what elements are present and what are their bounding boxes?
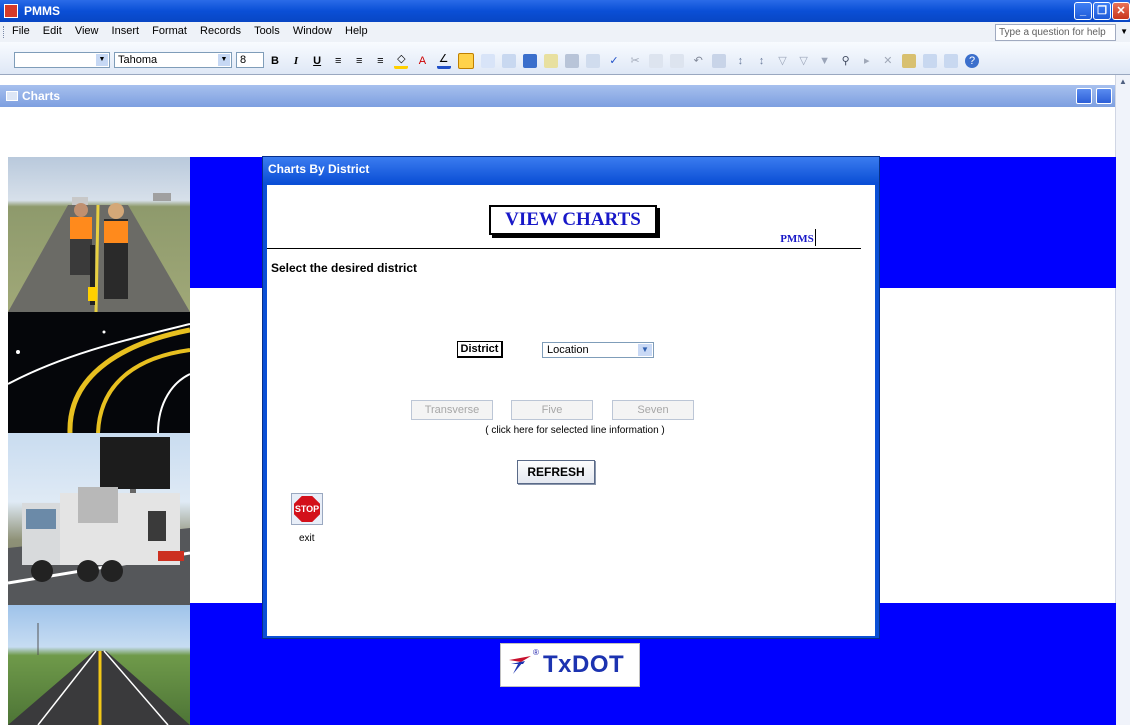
font-name-select[interactable]: Tahoma ▼ (114, 52, 232, 68)
chevron-down-icon: ▼ (218, 54, 230, 66)
object-select[interactable]: ▼ (14, 52, 110, 68)
striping-truck-photo (8, 433, 190, 605)
registered-mark: ® (533, 648, 539, 657)
align-center-icon[interactable]: ≡ (352, 54, 366, 68)
fill-color-icon[interactable]: ◇ (394, 52, 409, 69)
vertical-scrollbar[interactable]: ▲ (1115, 75, 1130, 725)
save-icon[interactable] (522, 53, 537, 68)
chevron-down-icon[interactable]: ▼ (638, 344, 652, 356)
find-icon[interactable]: ⚲ (839, 54, 853, 68)
menu-help[interactable]: Help (345, 25, 368, 37)
txdot-logo: ® TxDOT (500, 643, 640, 687)
child-minimize-button[interactable] (1076, 88, 1092, 104)
restore-button[interactable]: ❐ (1093, 2, 1111, 20)
seven-button[interactable]: Seven (612, 400, 694, 420)
line-color-icon[interactable]: ∠ (436, 52, 451, 69)
txdot-wordmark: TxDOT (543, 651, 625, 678)
charts-window-title: Charts (22, 89, 61, 103)
stop-sign-icon: STOP (294, 496, 320, 522)
bold-icon[interactable]: B (268, 54, 282, 68)
exit-button[interactable]: STOP (291, 493, 323, 525)
refresh-button[interactable]: REFRESH (517, 460, 595, 484)
menu-bar: File Edit View Insert Format Records Too… (0, 22, 1130, 43)
menu-format[interactable]: Format (152, 25, 187, 37)
menu-window[interactable]: Window (293, 25, 332, 37)
menu-file[interactable]: File (12, 25, 30, 37)
delete-record-icon[interactable]: ✕ (881, 54, 895, 68)
charts-window-title-bar: Charts (0, 85, 1116, 107)
italic-icon[interactable]: I (289, 54, 303, 68)
menu-tools[interactable]: Tools (254, 25, 280, 37)
txdot-star-icon (509, 656, 531, 674)
transverse-button[interactable]: Transverse (411, 400, 493, 420)
align-right-icon[interactable]: ≡ (373, 54, 387, 68)
night-road-photo (8, 312, 190, 433)
close-button[interactable]: ✕ (1112, 2, 1130, 20)
road-workers-photo (8, 157, 190, 312)
filter-form-icon[interactable]: ▽ (797, 54, 811, 68)
five-button[interactable]: Five (511, 400, 593, 420)
district-prompt: Select the desired district (271, 261, 418, 275)
hyperlink-icon[interactable] (712, 53, 727, 68)
align-left-icon[interactable]: ≡ (331, 54, 345, 68)
menu-records[interactable]: Records (200, 25, 241, 37)
view-charts-heading: VIEW CHARTS (489, 205, 657, 235)
sort-ascending-icon[interactable]: ↕ (733, 54, 747, 68)
special-effect-icon[interactable] (480, 53, 495, 68)
new-object-icon[interactable] (944, 53, 958, 68)
menu-edit[interactable]: Edit (43, 25, 62, 37)
font-size-select[interactable]: 8 (236, 52, 264, 68)
cut-icon[interactable]: ✂ (628, 54, 642, 68)
charts-by-district-dialog: Charts By District VIEW CHARTS PMMS Sele… (262, 156, 880, 639)
pmms-label: PMMS (779, 229, 816, 246)
print-icon[interactable] (564, 53, 579, 68)
header-divider (267, 248, 861, 249)
app-title: PMMS (24, 4, 60, 18)
filter-selection-icon[interactable]: ▽ (776, 54, 790, 68)
app-icon (4, 4, 18, 18)
sort-descending-icon[interactable]: ↕ (754, 54, 768, 68)
help-icon[interactable]: ? (965, 53, 980, 68)
scroll-up-icon[interactable]: ▲ (1116, 75, 1130, 89)
copy-icon[interactable] (649, 53, 664, 68)
app-title-bar: PMMS _ ❐ ✕ (0, 0, 1130, 22)
district-select[interactable]: Location ▼ (542, 342, 654, 358)
form-icon (6, 91, 18, 101)
paste-icon[interactable] (670, 53, 685, 68)
line-info-link[interactable]: ( click here for selected line informati… (457, 425, 693, 436)
help-search-input[interactable]: Type a question for help (995, 24, 1116, 41)
chevron-down-icon: ▼ (96, 54, 108, 66)
new-record-icon[interactable]: ▸ (860, 54, 874, 68)
child-maximize-button[interactable] (1096, 88, 1112, 104)
font-color-icon[interactable]: A (415, 54, 429, 68)
database-window-icon[interactable] (922, 53, 937, 68)
highway-photo (8, 605, 190, 725)
menu-insert[interactable]: Insert (112, 25, 140, 37)
district-label: District (457, 341, 503, 358)
properties-icon[interactable] (901, 53, 916, 68)
undo-icon[interactable]: ↶ (691, 54, 705, 68)
design-view-icon[interactable] (501, 53, 516, 68)
menu-grip (3, 26, 7, 38)
underline-icon[interactable]: U (310, 54, 324, 68)
file-search-icon[interactable] (543, 53, 558, 68)
menu-view[interactable]: View (75, 25, 99, 37)
help-dropdown-icon[interactable]: ▼ (1120, 27, 1128, 36)
exit-label: exit (299, 533, 315, 544)
print-preview-icon[interactable] (585, 53, 600, 68)
toolbar-icons: B I U ≡ ≡ ≡ ◇ A ∠ ✓ ✂ ↶ ↕ ↕ ▽ ▽ ▼ ⚲ ▸ ✕ … (268, 52, 983, 70)
border-color-icon[interactable] (457, 52, 474, 69)
spelling-icon[interactable]: ✓ (607, 54, 621, 68)
dialog-body: VIEW CHARTS PMMS Select the desired dist… (267, 185, 875, 636)
minimize-button[interactable]: _ (1074, 2, 1092, 20)
dialog-title: Charts By District (263, 157, 879, 183)
formatting-toolbar: ▼ Tahoma ▼ 8 B I U ≡ ≡ ≡ ◇ A ∠ ✓ ✂ ↶ ↕ ↕… (0, 42, 1130, 75)
apply-filter-icon[interactable]: ▼ (818, 54, 832, 68)
